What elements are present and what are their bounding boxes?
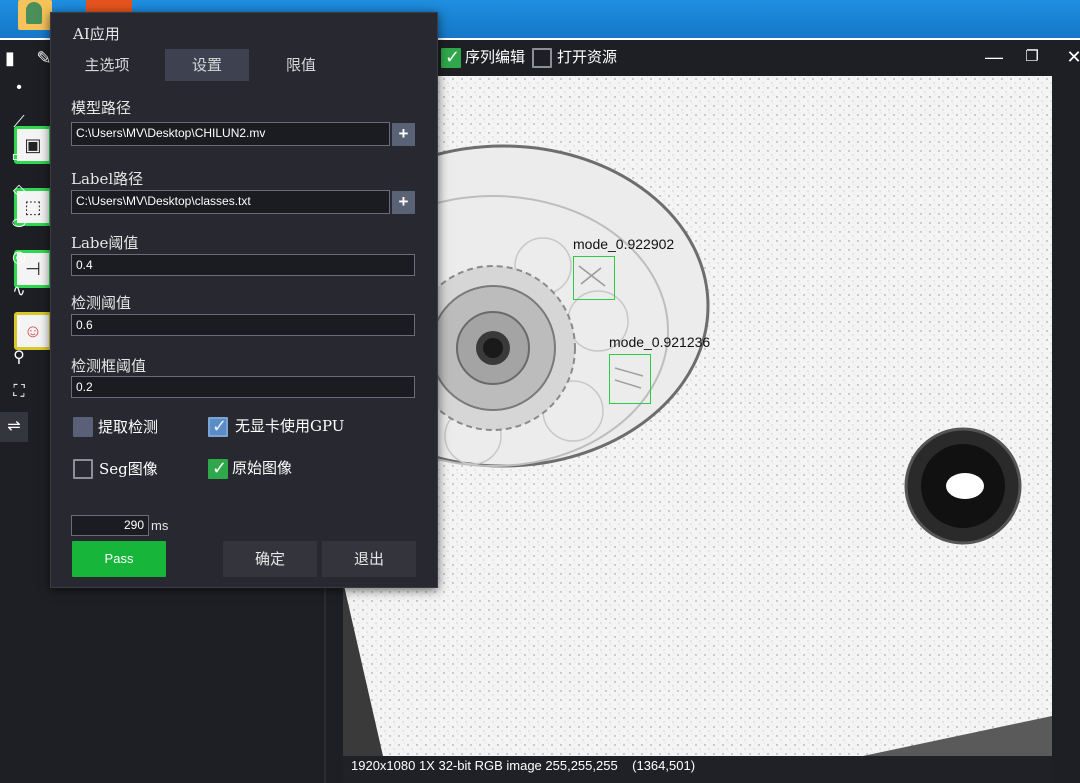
tab-limits[interactable]: 限值 — [259, 49, 343, 81]
inspection-image — [343, 76, 1052, 756]
image-viewport[interactable]: mode_0.922902 mode_0.921236 — [343, 76, 1052, 756]
timing-unit: ms — [151, 518, 169, 533]
sequence-edit-checkbox[interactable] — [441, 47, 461, 68]
label-path-label: Label路径 — [71, 170, 144, 188]
tab-settings[interactable]: 设置 — [165, 49, 249, 81]
ellipse-icon[interactable]: ⬭ — [10, 214, 28, 234]
label-threshold-input[interactable]: 0.4 — [71, 254, 415, 276]
left-panel-area — [52, 586, 343, 783]
tab-main-options[interactable]: 主选项 — [65, 49, 149, 81]
right-tool-column — [1052, 76, 1080, 783]
curve-icon[interactable]: ≀ — [10, 316, 28, 336]
seg-image-checkbox[interactable] — [73, 459, 93, 479]
minimize-button[interactable]: — — [982, 46, 1006, 68]
detection-label-2: mode_0.921236 — [609, 334, 711, 350]
line-icon[interactable]: ⟋ — [10, 113, 28, 133]
no-gpu-checkbox[interactable] — [208, 416, 228, 437]
open-resource-label: 打开资源 — [557, 48, 618, 66]
timing-input[interactable]: 290 — [71, 515, 149, 536]
extract-detect-checkbox[interactable] — [73, 417, 93, 437]
ok-button[interactable]: 确定 — [223, 541, 317, 577]
model-path-label: 模型路径 — [71, 99, 132, 117]
ring-icon[interactable]: ◎ — [10, 248, 28, 268]
no-gpu-label: 无显卡使用GPU — [235, 417, 345, 435]
point-icon[interactable]: • — [10, 78, 28, 98]
sequence-edit-label: 序列编辑 — [465, 48, 526, 66]
rectangle-icon[interactable]: ▭ — [10, 147, 28, 167]
image-status-bar: 1920x1080 1X 32-bit RGB image 255,255,25… — [343, 756, 1052, 783]
model-path-input[interactable]: C:\Users\MV\Desktop\CHILUN2.mv — [71, 122, 390, 146]
detection-box-1[interactable] — [573, 256, 615, 300]
label-path-input[interactable]: C:\Users\MV\Desktop\classes.txt — [71, 190, 390, 214]
pass-status-button[interactable]: Pass — [72, 541, 166, 577]
extract-detect-label: 提取检测 — [98, 418, 159, 436]
box-threshold-label: 检测框阈值 — [71, 357, 147, 375]
zoom-icon[interactable]: ⚲ — [10, 348, 28, 368]
original-image-checkbox[interactable] — [208, 458, 228, 479]
fit-icon[interactable]: ⛶ — [10, 382, 28, 402]
detection-label-1: mode_0.922902 — [573, 236, 675, 252]
detect-threshold-input[interactable]: 0.6 — [71, 314, 415, 336]
model-path-browse-button[interactable]: + — [392, 123, 415, 146]
label-path-browse-button[interactable]: + — [392, 191, 415, 214]
ai-app-dialog: AI应用 主选项 设置 限值 模型路径 C:\Users\MV\Desktop\… — [50, 12, 438, 588]
desktop-user-icon[interactable] — [18, 0, 52, 30]
panel-splitter[interactable] — [324, 586, 326, 783]
delete-icon[interactable]: ▮ — [0, 48, 20, 68]
box-threshold-input[interactable]: 0.2 — [71, 376, 415, 398]
person-figure — [26, 2, 42, 24]
exit-button[interactable]: 退出 — [322, 541, 416, 577]
seg-image-label: Seg图像 — [99, 460, 158, 478]
close-button[interactable]: ✕ — [1062, 46, 1080, 68]
label-threshold-label: Labe阈值 — [71, 234, 139, 252]
rotated-rect-icon[interactable]: ◇ — [10, 181, 28, 201]
dialog-title: AI应用 — [73, 25, 120, 43]
polyline-icon[interactable]: ∿ — [10, 282, 28, 302]
dialog-tabs: 主选项 设置 限值 — [65, 49, 435, 83]
restore-button[interactable]: ❐ — [1020, 46, 1044, 68]
open-resource-checkbox[interactable] — [532, 48, 552, 68]
image-status-text: 1920x1080 1X 32-bit RGB image 255,255,25… — [351, 758, 696, 773]
swap-icon[interactable]: ⇌ — [0, 412, 28, 442]
original-image-label: 原始图像 — [232, 459, 293, 477]
detect-threshold-label: 检测阈值 — [71, 294, 132, 312]
detection-box-2[interactable] — [609, 354, 651, 404]
